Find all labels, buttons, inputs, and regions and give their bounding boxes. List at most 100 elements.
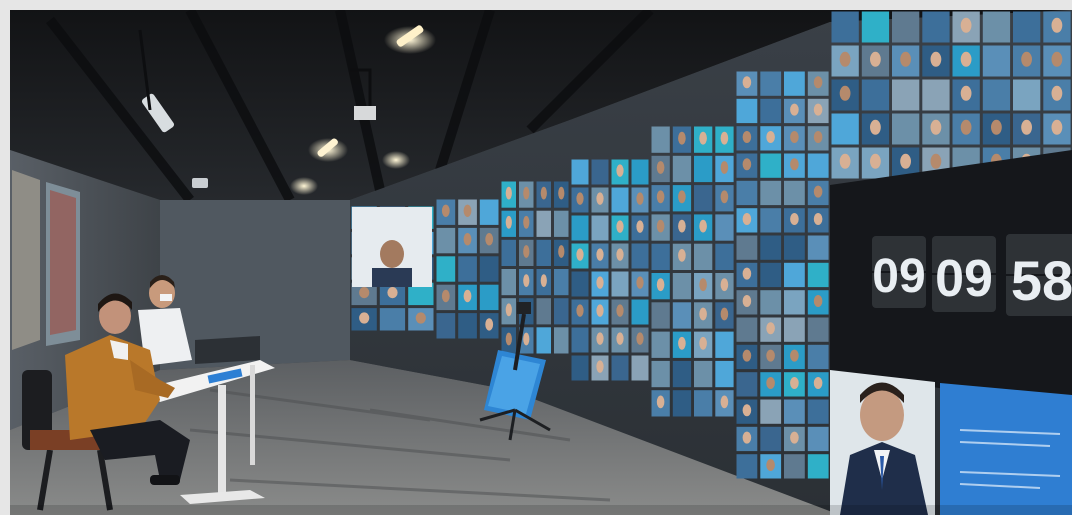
video-tile	[892, 11, 920, 43]
photo-frame: 09 09 58	[0, 0, 1072, 515]
participant-face	[596, 360, 604, 373]
participant-face	[720, 190, 729, 204]
video-tile	[807, 153, 829, 178]
video-tile	[554, 327, 569, 354]
participant-face	[813, 103, 823, 116]
participant-face	[813, 377, 823, 389]
video-tile	[379, 308, 406, 331]
video-tile	[694, 243, 713, 270]
participant-face	[930, 153, 942, 169]
participant-face	[870, 153, 881, 169]
video-tile	[784, 399, 805, 424]
participant-face	[790, 431, 799, 444]
participant-face	[699, 219, 707, 233]
video-tile	[631, 299, 649, 325]
video-tile	[760, 71, 782, 96]
video-tile	[760, 208, 782, 233]
video-tile	[922, 79, 950, 111]
participant-face	[790, 158, 799, 171]
participant-face	[839, 51, 851, 67]
participant-face	[596, 332, 604, 345]
participant-face	[616, 304, 624, 317]
video-tile	[736, 235, 758, 260]
video-tile	[651, 126, 670, 153]
slide-panel	[940, 383, 1072, 515]
video-tile	[760, 426, 782, 452]
video-tile	[631, 243, 649, 269]
video-tile	[736, 180, 758, 206]
participant-face	[870, 119, 881, 135]
participant-face	[742, 404, 752, 417]
clock-panel: 09 09 58	[830, 150, 1072, 410]
participant-face	[678, 131, 686, 145]
video-tile	[611, 271, 629, 297]
video-tile	[1013, 79, 1041, 111]
video-tile	[807, 426, 829, 452]
video-tile	[694, 185, 713, 212]
video-tile	[760, 235, 782, 260]
participant-face	[656, 395, 665, 409]
video-tile	[982, 79, 1011, 111]
video-tile	[571, 327, 589, 353]
video-tile	[501, 269, 516, 296]
participant-face	[960, 51, 972, 67]
video-tile	[784, 235, 805, 260]
video-tile	[554, 269, 569, 296]
video-tile	[571, 355, 589, 381]
clock-minutes: 09	[935, 250, 993, 308]
video-tile	[571, 215, 589, 241]
participant-face	[1051, 119, 1063, 135]
participant-face	[505, 303, 512, 317]
participant-face	[485, 233, 494, 246]
participant-face	[636, 332, 644, 345]
video-tile	[651, 302, 670, 329]
video-tile	[651, 360, 670, 388]
participant-face	[576, 192, 584, 205]
participant-face	[656, 219, 665, 233]
participant-face	[720, 131, 729, 145]
speaker-portrait-panel	[830, 370, 935, 515]
participant-face	[576, 304, 584, 317]
video-tile	[591, 215, 609, 241]
participant-face	[742, 349, 752, 362]
video-tile	[922, 11, 950, 43]
participant-face	[523, 245, 530, 258]
participant-face	[616, 248, 624, 261]
video-tile	[571, 159, 589, 185]
video-tile	[479, 199, 499, 225]
video-tile	[1013, 11, 1041, 43]
participant-face	[616, 164, 624, 177]
participant-face	[558, 245, 565, 258]
video-tile	[536, 327, 551, 354]
participant-face	[523, 215, 530, 229]
participant-face	[678, 249, 686, 262]
video-tile	[784, 454, 805, 479]
participant-face	[596, 276, 604, 289]
participant-face	[505, 186, 512, 200]
video-tile	[672, 390, 692, 417]
video-tile	[571, 271, 589, 297]
participant-face	[523, 274, 530, 287]
video-tile	[982, 45, 1011, 77]
video-tile	[501, 239, 516, 266]
participant-face	[463, 233, 472, 246]
participant-face	[720, 307, 729, 321]
participant-face	[699, 278, 707, 292]
video-tile	[760, 153, 782, 178]
participant-face	[960, 119, 972, 135]
video-tile	[436, 313, 456, 339]
video-tile	[672, 360, 692, 388]
participant-face	[1051, 85, 1063, 101]
participant-face	[742, 431, 752, 444]
participant-face	[636, 220, 644, 233]
participant-face	[742, 267, 752, 280]
participant-face	[523, 332, 530, 346]
participant-face	[1051, 17, 1063, 33]
participant-face	[636, 276, 644, 289]
video-tile	[736, 98, 758, 124]
participant-face	[540, 274, 547, 287]
participant-face	[742, 131, 752, 143]
participant-face	[720, 278, 729, 292]
participant-face	[813, 213, 823, 225]
video-tile	[672, 155, 692, 183]
